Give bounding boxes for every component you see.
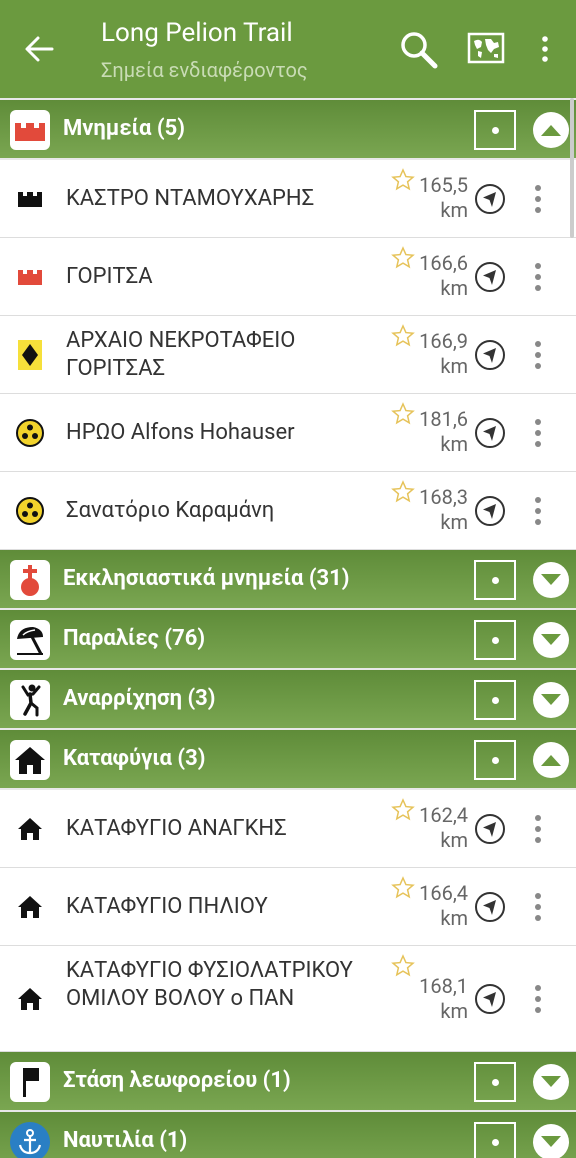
item-more-icon[interactable] [531,495,545,527]
list-scrollbar[interactable] [570,98,574,238]
category-header-bus-stop[interactable]: Στάση λεωφορείου (1) [0,1052,576,1112]
navigate-arrow-icon[interactable] [474,183,506,215]
item-more-icon[interactable] [531,183,545,215]
poi-list: Μνημεία (5) ΚΑΣΤΡΟ ΝΤΑΜΟΥΧΑΡΗΣ 165,5 km Γ… [0,94,576,1158]
app-bar: Long Pelion Trail Σημεία ενδιαφέροντος [0,0,576,94]
show-on-map-checkbox[interactable] [474,560,516,600]
list-item[interactable]: ΗΡΩΟ Alfons Hohauser 181,6 km [0,394,576,472]
diamond-sign-icon [16,340,44,370]
navigate-arrow-icon[interactable] [474,891,506,923]
three-dot-icon [16,497,44,525]
distance: 168,1 km [419,974,468,1023]
bus-stop-flag-icon [10,1062,50,1102]
show-on-map-checkbox[interactable] [474,680,516,720]
poi-name: ΓΟΡΙΤΣΑ [66,264,153,289]
page-title: Long Pelion Trail [101,18,293,48]
item-more-icon[interactable] [531,417,545,449]
category-label: Στάση λεωφορείου (1) [63,1068,291,1093]
arrow-back-icon[interactable] [22,32,56,66]
shelter-icon [16,985,44,1013]
poi-name: ΗΡΩΟ Alfons Hohauser [66,420,295,445]
category-header-climbing[interactable]: Αναρρίχηση (3) [0,670,576,730]
show-on-map-checkbox[interactable] [474,620,516,660]
list-item[interactable]: ΓΟΡΙΤΣΑ 166,6 km [0,238,576,316]
list-item[interactable]: ΚΑΤΑΦΥΓΙΟ ΦΥΣΙΟΛΑΤΡΙΚΟΥ ΟΜΙΛΟΥ ΒΟΛΟΥ ο Π… [0,946,576,1052]
poi-name: ΚΑΤΑΦΥΓΙΟ ΠΗΛΙΟΥ [66,894,268,919]
chevron-down-icon[interactable] [533,622,569,658]
distance: 165,5 km [419,173,468,222]
church-icon [10,560,50,600]
navigate-arrow-icon[interactable] [474,339,506,371]
distance: 166,6 km [419,251,468,300]
list-item[interactable]: Σανατόριο Καραμάνη 168,3 km [0,472,576,550]
category-header-church-monuments[interactable]: Εκκλησιαστικά μνημεία (31) [0,550,576,610]
category-header-shelters[interactable]: Καταφύγια (3) [0,730,576,790]
poi-name: Σανατόριο Καραμάνη [66,498,275,523]
castle-icon [16,185,44,213]
list-item[interactable]: ΑΡΧΑΙΟ ΝΕΚΡΟΤΑΦΕΙΟ ΓΟΡΙΤΣΑΣ 166,9 km [0,316,576,394]
list-item[interactable]: ΚΑΤΑΦΥΓΙΟ ΑΝΑΓΚΗΣ 162,4 km [0,790,576,868]
climbing-icon [10,680,50,720]
list-item[interactable]: ΚΑΣΤΡΟ ΝΤΑΜΟΥΧΑΡΗΣ 165,5 km [0,160,576,238]
chevron-down-icon[interactable] [533,562,569,598]
show-on-map-checkbox[interactable] [474,110,516,150]
castle-icon [10,110,50,150]
poi-name: ΚΑΤΑΦΥΓΙΟ ΑΝΑΓΚΗΣ [66,816,287,841]
category-label: Ναυτιλία (1) [63,1128,188,1153]
page-subtitle: Σημεία ενδιαφέροντος [101,58,308,82]
item-more-icon[interactable] [531,261,545,293]
item-more-icon[interactable] [531,983,545,1015]
show-on-map-checkbox[interactable] [474,740,516,780]
poi-name: ΚΑΤΑΦΥΓΙΟ ΦΥΣΙΟΛΑΤΡΙΚΟΥ ΟΜΙΛΟΥ ΒΟΛΟΥ ο Π… [66,958,353,1011]
distance: 162,4 km [419,803,468,852]
list-item[interactable]: ΚΑΤΑΦΥΓΙΟ ΠΗΛΙΟΥ 166,4 km [0,868,576,946]
show-on-map-checkbox[interactable] [474,1062,516,1102]
chevron-down-icon[interactable] [533,682,569,718]
category-header-nautical[interactable]: Ναυτιλία (1) [0,1112,576,1158]
poi-name: ΑΡΧΑΙΟ ΝΕΚΡΟΤΑΦΕΙΟ ΓΟΡΙΤΣΑΣ [66,328,296,381]
three-dot-icon [16,419,44,447]
category-label: Παραλίες (76) [63,626,206,651]
navigate-arrow-icon[interactable] [474,417,506,449]
chevron-down-icon[interactable] [533,1064,569,1100]
more-vert-icon[interactable] [535,34,555,64]
category-label: Καταφύγια (3) [63,746,206,771]
shelter-icon [16,815,44,843]
category-header-monuments[interactable]: Μνημεία (5) [0,100,576,160]
category-header-beaches[interactable]: Παραλίες (76) [0,610,576,670]
category-label: Αναρρίχηση (3) [63,686,216,711]
navigate-arrow-icon[interactable] [474,983,506,1015]
item-more-icon[interactable] [531,891,545,923]
category-label: Μνημεία (5) [63,116,185,141]
castle-icon [16,263,44,291]
item-more-icon[interactable] [531,339,545,371]
navigate-arrow-icon[interactable] [474,495,506,527]
shelter-icon [16,893,44,921]
distance: 181,6 km [419,407,468,456]
navigate-arrow-icon[interactable] [474,261,506,293]
anchor-icon [10,1122,50,1158]
item-more-icon[interactable] [531,813,545,845]
distance: 168,3 km [419,485,468,534]
show-on-map-checkbox[interactable] [474,1122,516,1158]
poi-name: ΚΑΣΤΡΟ ΝΤΑΜΟΥΧΑΡΗΣ [66,186,315,211]
distance: 166,9 km [419,329,468,378]
distance: 166,4 km [419,881,468,930]
world-map-icon[interactable] [467,31,505,67]
chevron-down-icon[interactable] [533,1124,569,1158]
shelter-icon [10,740,50,780]
navigate-arrow-icon[interactable] [474,813,506,845]
category-label: Εκκλησιαστικά μνημεία (31) [63,566,350,591]
chevron-up-icon[interactable] [533,112,569,148]
search-icon[interactable] [398,30,440,70]
chevron-up-icon[interactable] [533,742,569,778]
beach-umbrella-icon [10,620,50,660]
